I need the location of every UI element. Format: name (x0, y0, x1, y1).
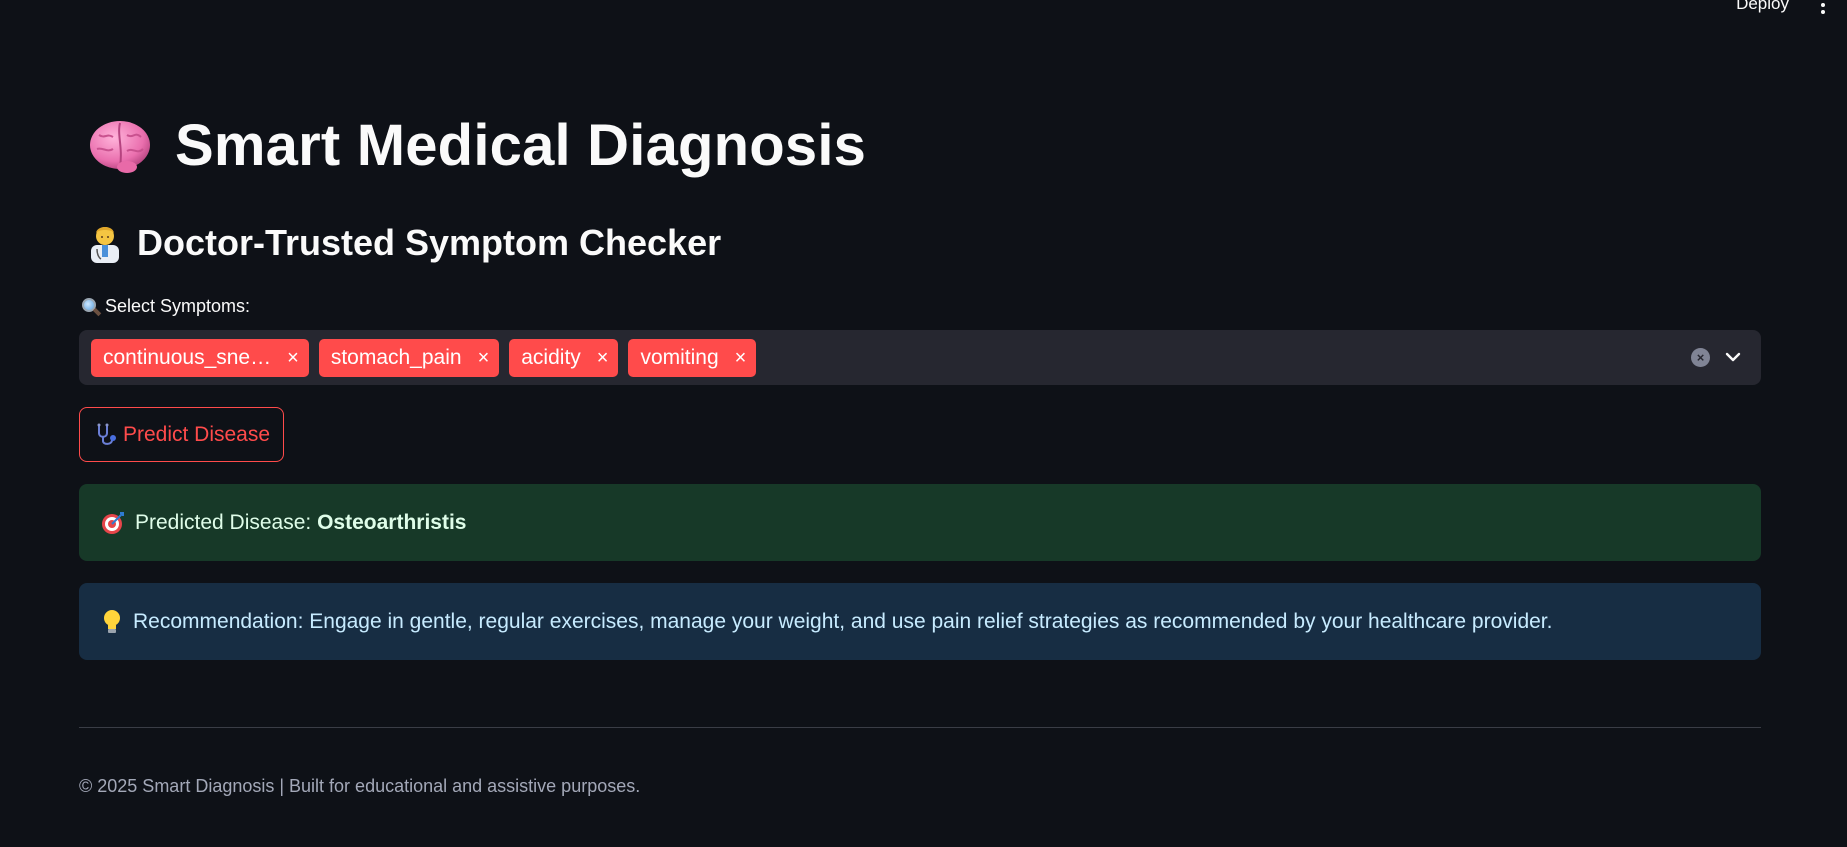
symptom-chip[interactable]: vomiting × (628, 338, 757, 377)
page-title: Smart Medical Diagnosis (175, 113, 867, 178)
close-icon[interactable]: × (597, 348, 609, 368)
close-icon[interactable]: × (735, 348, 747, 368)
symptom-chip[interactable]: stomach_pain × (318, 338, 500, 377)
symptom-chip[interactable]: continuous_sne… × (91, 338, 309, 377)
symptoms-multiselect[interactable]: continuous_sne… × stomach_pain × acidity… (79, 330, 1761, 385)
lightbulb-icon (101, 609, 123, 635)
divider (79, 727, 1761, 728)
prediction-alert: Predicted Disease: Osteoarthristis (79, 484, 1761, 561)
page-subtitle: Doctor-Trusted Symptom Checker (137, 222, 722, 263)
prediction-text: Predicted Disease: Osteoarthristis (135, 511, 466, 535)
dart-icon (101, 511, 125, 535)
symptom-chip-label: stomach_pain (330, 345, 462, 369)
symptom-chip-label: continuous_sne… (103, 345, 272, 369)
predict-disease-label: Predict Disease (122, 422, 271, 446)
footer-text: © 2025 Smart Diagnosis | Built for educa… (79, 776, 641, 796)
prediction-prefix: Predicted Disease: (135, 510, 318, 534)
chevron-down-icon[interactable] (1723, 347, 1743, 367)
clear-all-icon[interactable]: × (1691, 348, 1710, 367)
predict-disease-button[interactable]: Predict Disease (79, 407, 284, 462)
title-row: Smart Medical Diagnosis (87, 112, 866, 179)
recommendation-text: Recommendation: Engage in gentle, regula… (133, 609, 1553, 633)
symptom-chip-label: acidity (521, 345, 581, 369)
doctor-icon (87, 223, 123, 263)
symptom-chip-label: vomiting (640, 345, 719, 369)
predicted-disease: Osteoarthristis (317, 510, 467, 534)
main-menu-icon[interactable] (1813, 0, 1833, 16)
deploy-button[interactable]: Deploy (1736, 0, 1789, 14)
brain-icon (87, 117, 153, 175)
app-header: Deploy (0, 0, 1847, 20)
symptom-chip[interactable]: acidity × (509, 338, 619, 377)
close-icon[interactable]: × (478, 348, 490, 368)
close-icon[interactable]: × (287, 348, 299, 368)
subtitle-row: Doctor-Trusted Symptom Checker (87, 222, 721, 264)
symptoms-label: Select Symptoms: (81, 296, 250, 317)
stethoscope-icon (93, 422, 119, 448)
recommendation-alert: Recommendation: Engage in gentle, regula… (79, 583, 1761, 660)
magnifier-icon (81, 297, 102, 317)
symptoms-label-text: Select Symptoms: (105, 296, 251, 316)
